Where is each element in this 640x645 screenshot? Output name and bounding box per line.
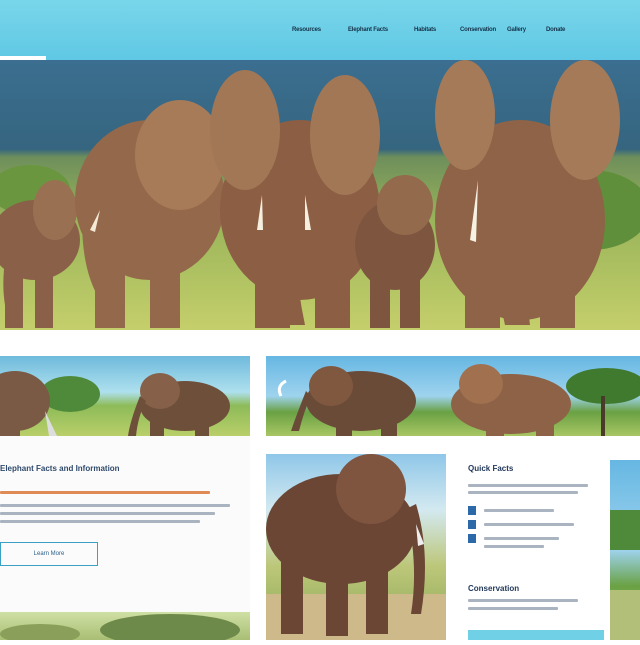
elephant-icon — [266, 454, 446, 640]
card-footer-bar[interactable] — [468, 630, 604, 640]
bullet-icon — [468, 520, 476, 529]
elephant-herd-illustration — [0, 60, 640, 328]
top-navbar: Resources Elephant Facts Habitats Conser… — [0, 0, 640, 60]
nav-link-6[interactable]: Donate — [546, 27, 565, 34]
text-line — [0, 512, 215, 515]
gallery-photo-2[interactable] — [266, 356, 640, 436]
gallery-photo-1[interactable] — [0, 356, 250, 436]
nav-link-5[interactable]: Gallery — [507, 27, 526, 34]
card-title: Elephant Facts and Information — [0, 464, 120, 473]
accent-line — [0, 491, 210, 494]
text-line — [468, 599, 578, 602]
text-line — [468, 607, 558, 610]
elephant-photo-icon — [0, 371, 230, 436]
text-line — [484, 545, 544, 548]
nav-link-3[interactable]: Habitats — [414, 27, 436, 34]
text-line — [468, 491, 578, 494]
text-line — [484, 537, 559, 540]
text-line — [0, 520, 200, 523]
bush-icon — [0, 614, 240, 645]
tree-icon — [610, 510, 640, 640]
text-line — [484, 509, 554, 512]
hero-image — [0, 60, 640, 330]
info-card-left: Elephant Facts and Information Learn Mor… — [0, 436, 250, 622]
learn-more-button[interactable]: Learn More — [0, 542, 98, 566]
section-divider — [0, 330, 640, 356]
nav-link-1[interactable]: Resources — [292, 27, 321, 34]
side-thumbnail[interactable] — [610, 460, 640, 640]
nav-link-4[interactable]: Conservation — [460, 27, 496, 34]
quick-facts-card: Quick Facts Conservation — [462, 454, 610, 640]
featured-elephant-photo[interactable] — [266, 454, 446, 640]
nav-link-2[interactable]: Elephant Facts — [348, 27, 388, 34]
text-line — [0, 504, 230, 507]
card-title: Quick Facts — [468, 464, 514, 473]
bullet-icon — [468, 506, 476, 515]
text-line — [484, 523, 574, 526]
landscape-strip — [0, 612, 250, 645]
elephant-pair-photo — [277, 364, 640, 436]
bullet-icon — [468, 534, 476, 543]
text-line — [468, 484, 588, 487]
section-heading: Conservation — [468, 584, 520, 593]
